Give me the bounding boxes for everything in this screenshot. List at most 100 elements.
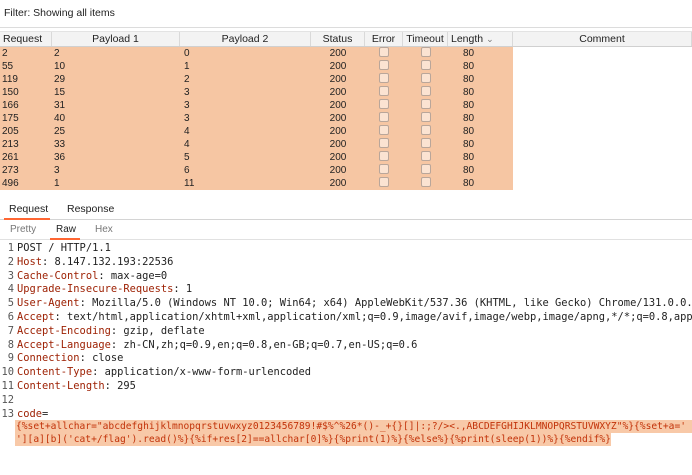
- col-error[interactable]: Error: [365, 32, 403, 46]
- table-row[interactable]: 119 29 2 200 80: [0, 73, 692, 86]
- cell-payload2: 3: [180, 112, 311, 125]
- header-name: Accept: [17, 311, 55, 323]
- cell-length: 80: [448, 47, 513, 60]
- line-number: 13: [1, 407, 14, 420]
- checkbox-icon: [420, 151, 431, 161]
- cell-status: 200: [311, 86, 365, 99]
- table-row[interactable]: 261 36 5 200 80: [0, 151, 692, 164]
- table-row[interactable]: 2 2 0 200 80: [0, 47, 692, 60]
- tab-raw[interactable]: Raw: [56, 224, 76, 235]
- cell-timeout: [403, 138, 448, 151]
- table-row[interactable]: 166 31 3 200 80: [0, 99, 692, 112]
- cell-timeout: [403, 125, 448, 138]
- header-name: User-Agent: [17, 297, 80, 310]
- cell-error: [365, 86, 403, 99]
- cell-request: 261: [0, 151, 52, 164]
- col-status[interactable]: Status: [311, 32, 365, 46]
- editor-line: 2 Host: 8.147.132.193:22536: [0, 256, 692, 269]
- checkbox-icon: [420, 86, 431, 96]
- cell-payload2: 11: [180, 177, 311, 190]
- cell-status: 200: [311, 138, 365, 151]
- tab-request[interactable]: Request: [9, 203, 48, 215]
- editor-line: 11 Content-Length: 295: [0, 380, 692, 393]
- col-payload2[interactable]: Payload 2: [180, 32, 311, 46]
- cell-payload2: 3: [180, 86, 311, 99]
- line-number: 12: [1, 393, 14, 406]
- cell-payload1: 2: [52, 47, 180, 60]
- checkbox-icon: [420, 138, 431, 148]
- view-tabs: Pretty Raw Hex: [0, 220, 692, 240]
- cell-payload2: 5: [180, 151, 311, 164]
- header-name: Accept-Language: [17, 338, 111, 351]
- editor-line: 8 Accept-Language: zh-CN,zh;q=0.9,en;q=0.…: [0, 339, 692, 352]
- header-name: Cache-Control: [17, 269, 99, 282]
- results-table: Request Payload 1 Payload 2 Status Error…: [0, 31, 692, 190]
- message-tabs: Request Response: [0, 200, 692, 220]
- table-row[interactable]: 496 1 11 200 80: [0, 177, 692, 190]
- table-row[interactable]: 175 40 3 200 80: [0, 112, 692, 125]
- cell-request: 55: [0, 60, 52, 73]
- table-row[interactable]: 55 10 1 200 80: [0, 60, 692, 73]
- line-number: 10: [1, 366, 14, 379]
- cell-comment: [513, 125, 692, 138]
- line-number: 8: [7, 338, 14, 351]
- editor-line: 6 Accept: text/html,application/xhtml+xml…: [0, 311, 692, 324]
- checkbox-icon: [420, 112, 431, 122]
- tab-response[interactable]: Response: [67, 203, 114, 215]
- cell-status: 200: [311, 112, 365, 125]
- cell-comment: [513, 47, 692, 60]
- header-name: Upgrade-Insecure-Requests: [17, 283, 174, 296]
- table-row[interactable]: 213 33 4 200 80: [0, 138, 692, 151]
- header-name: Host: [17, 255, 43, 268]
- cell-payload1: 36: [52, 151, 180, 164]
- cell-comment: [513, 138, 692, 151]
- col-payload1[interactable]: Payload 1: [52, 32, 180, 46]
- tab-pretty[interactable]: Pretty: [10, 224, 36, 235]
- line-number: 2: [7, 255, 14, 268]
- editor-line: 3 Cache-Control: max-age=0: [0, 270, 692, 283]
- cell-error: [365, 99, 403, 112]
- table-row[interactable]: 205 25 4 200 80: [0, 125, 692, 138]
- sort-ascending-icon: ⌄: [486, 34, 494, 44]
- cell-timeout: [403, 60, 448, 73]
- header-name: Accept-Encoding: [17, 324, 111, 337]
- cell-comment: [513, 86, 692, 99]
- checkbox-icon: [379, 164, 389, 174]
- col-timeout[interactable]: Timeout: [403, 32, 448, 46]
- cell-payload2: 6: [180, 164, 311, 177]
- editor-line: 9 Connection: close: [0, 352, 692, 365]
- cell-error: [365, 60, 403, 73]
- editor-line: 1 POST / HTTP/1.1: [0, 242, 692, 255]
- cell-length: 80: [448, 99, 513, 112]
- checkbox-icon: [379, 60, 389, 70]
- filter-bar[interactable]: Filter: Showing all items: [0, 0, 692, 28]
- header-value: : 8.147.132.193:22536: [42, 255, 174, 268]
- payload-highlight-line1: {%set+allchar="abcdefghijklmnopqrstuvwxy…: [15, 420, 692, 433]
- checkbox-icon: [420, 125, 431, 135]
- header-value: POST / HTTP/1.1: [17, 242, 111, 254]
- cell-length: 80: [448, 73, 513, 86]
- header-value: : text/html,application/xhtml+xml,applic…: [54, 311, 692, 323]
- table-body: 2 2 0 200 80 55 10 1 200 80 119 29 2 200 80 150 15 3 200 80…: [0, 47, 692, 190]
- cell-comment: [513, 177, 692, 190]
- line-number: 9: [7, 352, 14, 365]
- line-number: 7: [7, 324, 14, 337]
- line-number: 3: [7, 269, 14, 282]
- col-request[interactable]: Request: [0, 32, 52, 46]
- header-value: : Mozilla/5.0 (Windows NT 10.0; Win64; x…: [79, 297, 692, 310]
- tab-hex[interactable]: Hex: [95, 224, 113, 235]
- cell-comment: [513, 151, 692, 164]
- cell-error: [365, 73, 403, 86]
- cell-error: [365, 164, 403, 177]
- checkbox-icon: [379, 99, 389, 109]
- col-length[interactable]: Length ⌄: [448, 32, 513, 46]
- cell-payload1: 25: [52, 125, 180, 138]
- cell-status: 200: [311, 47, 365, 60]
- table-row[interactable]: 150 15 3 200 80: [0, 86, 692, 99]
- cell-status: 200: [311, 60, 365, 73]
- col-comment[interactable]: Comment: [513, 32, 692, 46]
- cell-status: 200: [311, 99, 365, 112]
- cell-comment: [513, 99, 692, 112]
- request-editor[interactable]: {%set+allchar="abcdefghijklmnopqrstuvwxy…: [0, 240, 692, 475]
- table-row[interactable]: 273 3 6 200 80: [0, 164, 692, 177]
